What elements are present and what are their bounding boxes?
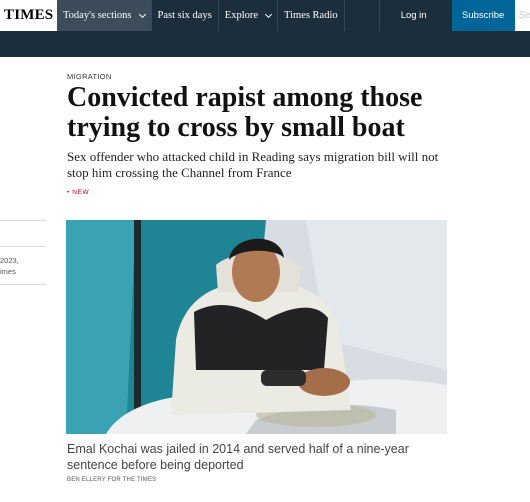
section-kicker[interactable]: MIGRATION: [67, 72, 112, 81]
login-button[interactable]: Log in: [389, 0, 438, 31]
rail-source: imes: [0, 267, 16, 276]
chevron-down-icon: [138, 10, 146, 18]
rail-divider: [0, 246, 46, 247]
subscribe-button[interactable]: Subscribe: [451, 0, 515, 31]
article-photo[interactable]: [66, 220, 447, 434]
nav-divider: [345, 0, 380, 31]
top-nav: TIMES Today's sections Past six days Exp…: [0, 0, 530, 31]
chevron-down-icon: [265, 10, 273, 18]
tent-photo-illustration: [66, 220, 447, 434]
rail-date: 2023,: [0, 256, 19, 265]
photo-caption: Emal Kochai was jailed in 2014 and serve…: [67, 442, 409, 472]
article-headline: Convicted rapist among those trying to c…: [67, 82, 423, 143]
nav-times-radio[interactable]: Times Radio: [278, 0, 345, 31]
nav-item-label: Times Radio: [284, 10, 338, 21]
nav-item-label: Today's sections: [63, 10, 132, 21]
photo-credit: BEN ELLERY FOR THE TIMES: [67, 477, 157, 483]
new-badge: • NEW: [67, 189, 90, 196]
rail-divider: [0, 284, 46, 285]
article-standfirst: Sex offender who attacked child in Readi…: [67, 149, 439, 180]
sub-nav-bar: [0, 31, 530, 57]
nav-explore[interactable]: Explore: [219, 0, 279, 31]
search-input[interactable]: Search: [514, 0, 530, 31]
times-logo[interactable]: TIMES: [0, 0, 57, 31]
nav-past-six-days[interactable]: Past six days: [152, 0, 219, 31]
nav-todays-sections[interactable]: Today's sections: [57, 0, 152, 31]
nav-item-label: Past six days: [157, 10, 212, 21]
rail-divider: [0, 220, 46, 221]
nav-item-label: Explore: [224, 10, 259, 21]
